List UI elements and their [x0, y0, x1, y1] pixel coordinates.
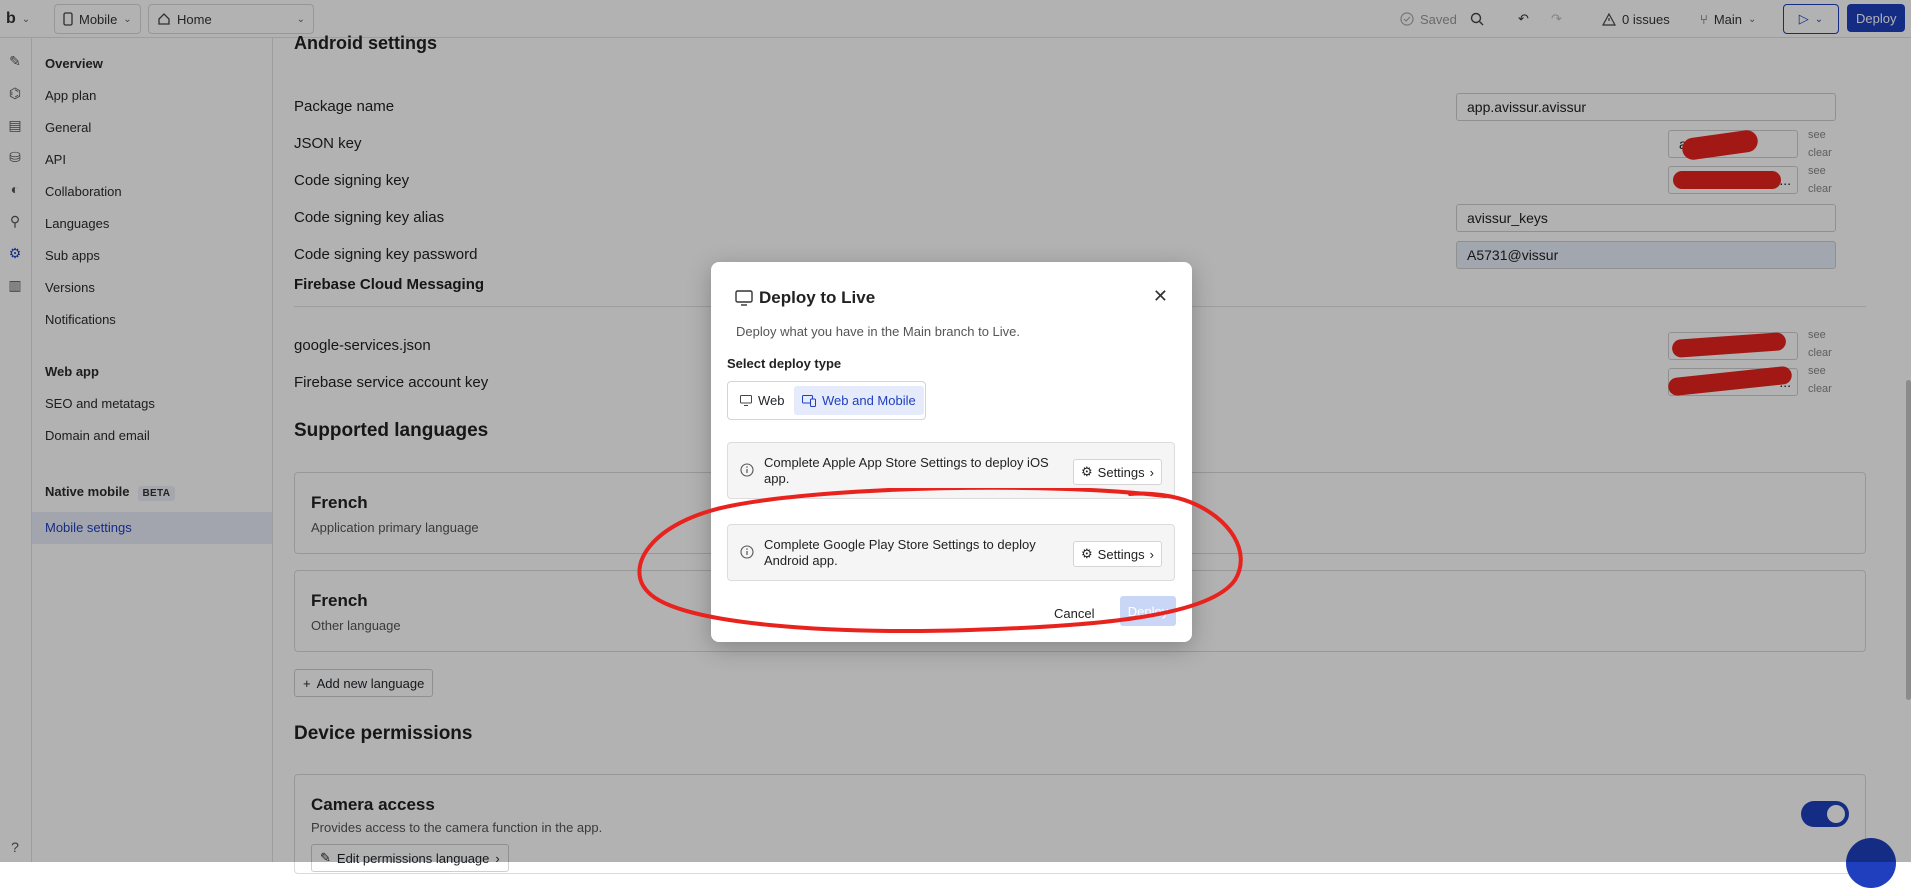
- chevron-right-icon: ›: [1149, 464, 1154, 480]
- info-icon: [740, 463, 754, 477]
- option-web[interactable]: Web: [732, 386, 793, 415]
- option-web-and-mobile-label: Web and Mobile: [822, 393, 916, 408]
- ios-notice-text: Complete Apple App Store Settings to dep…: [764, 455, 1049, 486]
- option-web-and-mobile[interactable]: Web and Mobile: [794, 386, 924, 415]
- monitor-icon: [735, 290, 753, 306]
- deploy-type-label: Select deploy type: [727, 356, 842, 371]
- settings-label: Settings: [1097, 464, 1145, 480]
- annotation-circle: [637, 488, 1243, 633]
- option-web-label: Web: [758, 393, 785, 408]
- modal-title: Deploy to Live: [759, 288, 876, 307]
- deploy-type-selector: Web Web and Mobile: [727, 381, 926, 420]
- ios-settings-button[interactable]: ⚙ Settings ›: [1073, 459, 1162, 485]
- devices-icon: [802, 394, 816, 407]
- monitor-icon: [740, 395, 752, 406]
- modal-description: Deploy what you have in the Main branch …: [736, 324, 1021, 339]
- gear-icon: ⚙: [1081, 464, 1093, 479]
- close-icon[interactable]: ✕: [1153, 286, 1168, 307]
